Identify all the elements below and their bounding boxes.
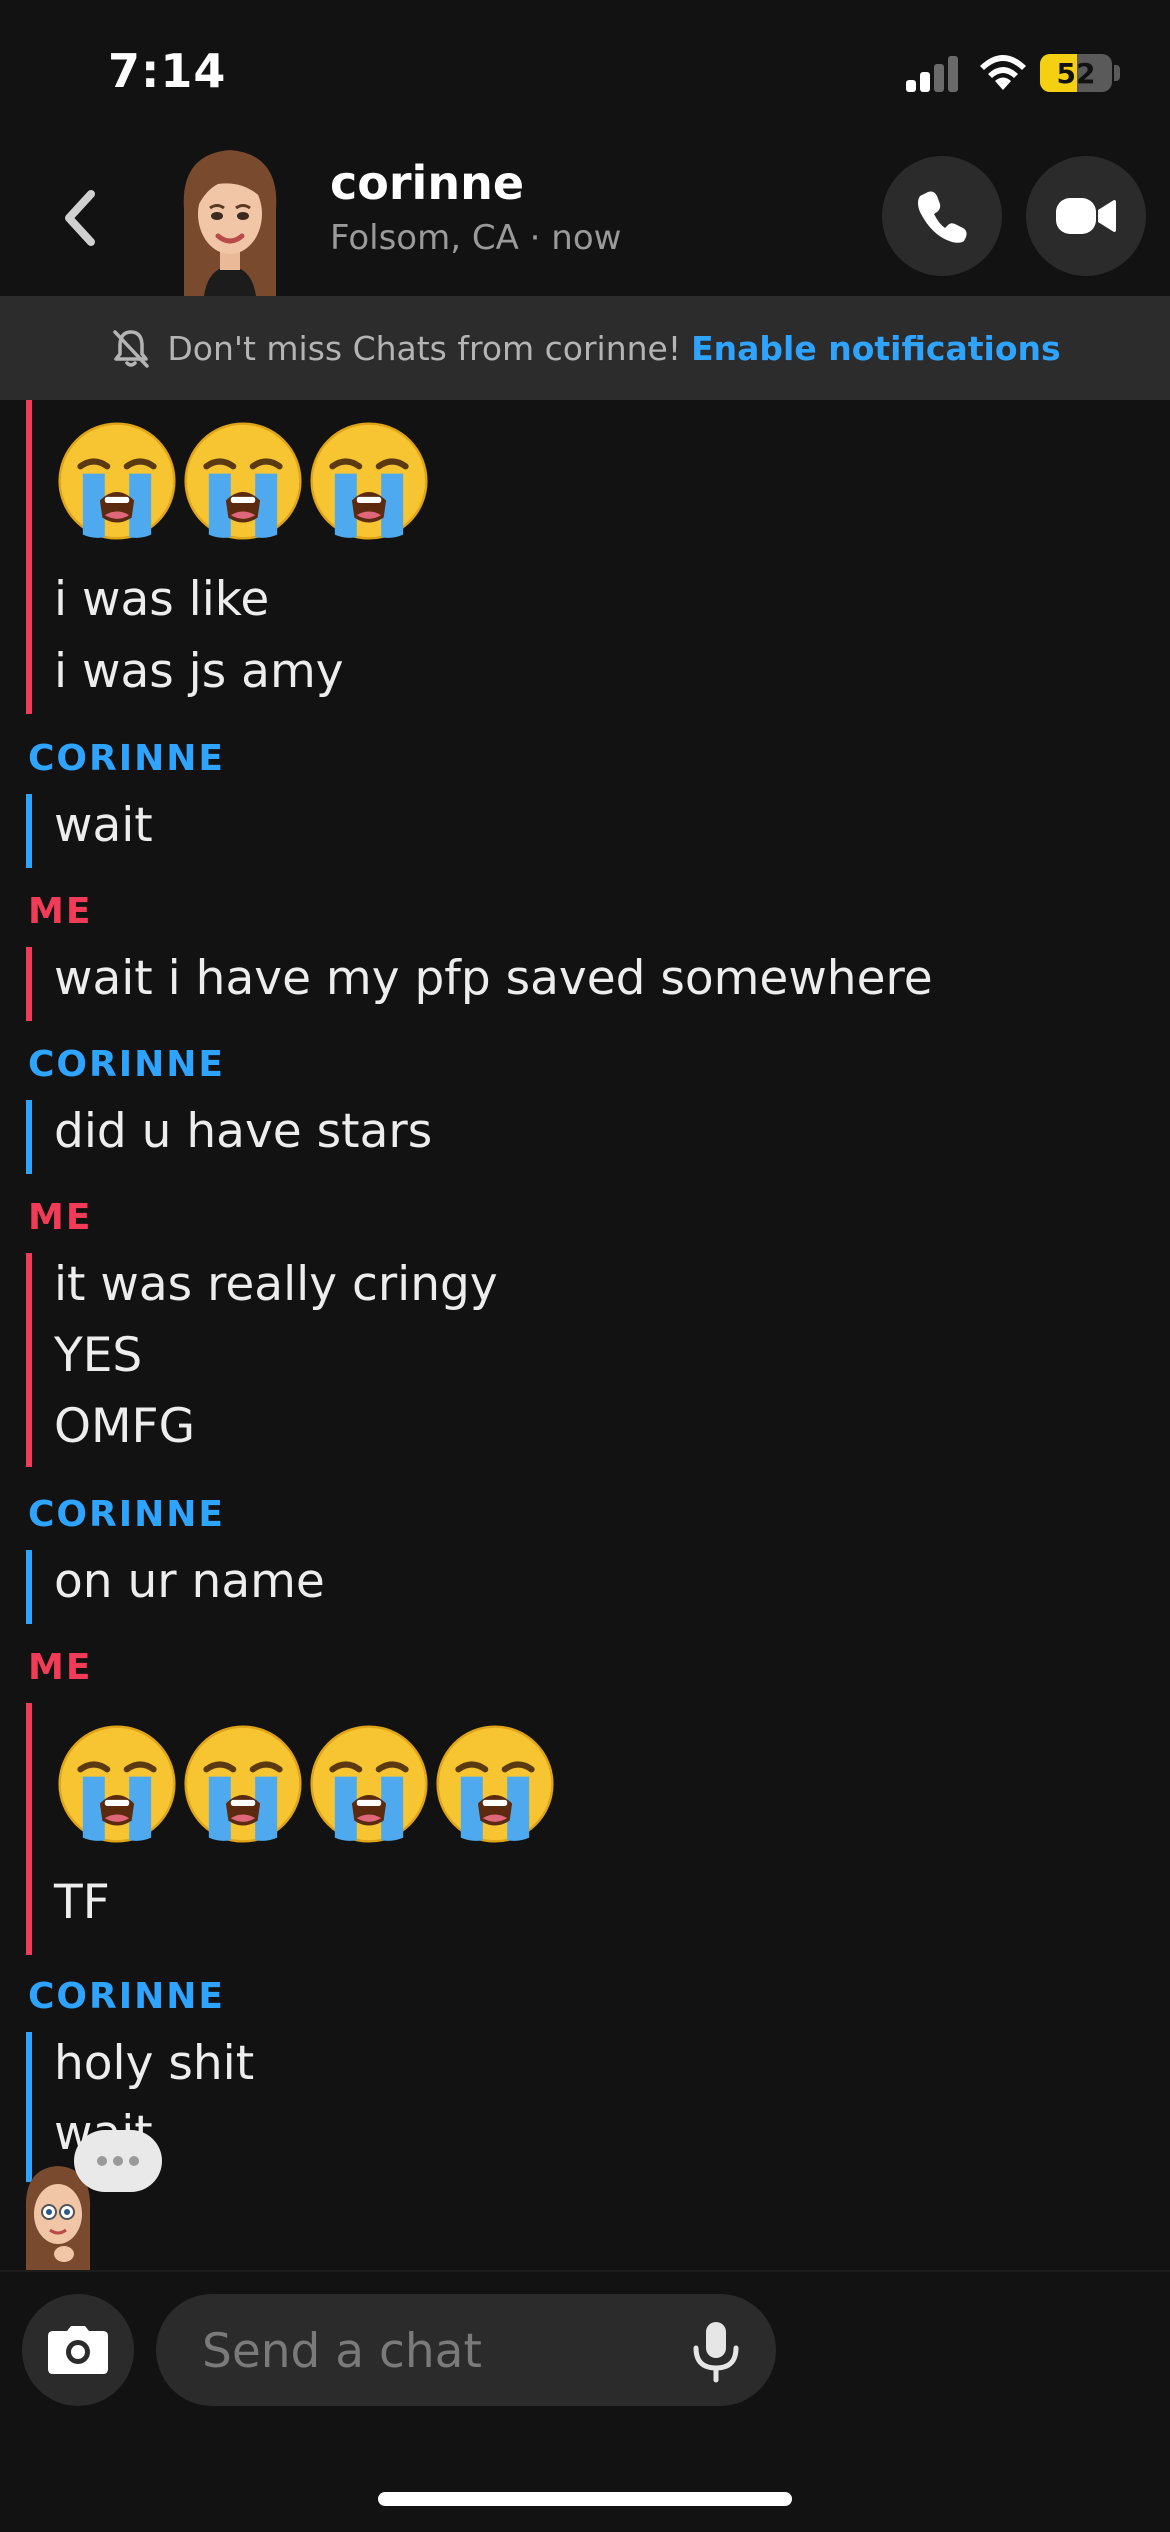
- typing-dot: [129, 2156, 139, 2166]
- banner-message: Don't miss Chats from corinne!: [167, 328, 682, 368]
- avatar[interactable]: [170, 140, 290, 296]
- message-text[interactable]: wait: [54, 798, 153, 853]
- sender-bar: [26, 400, 32, 714]
- sender-bar: [26, 947, 32, 1021]
- typing-indicator: [18, 2130, 162, 2270]
- typing-bubble: [74, 2130, 162, 2192]
- enable-notifications-link[interactable]: Enable notifications: [691, 329, 1061, 368]
- battery-icon: 52: [1040, 54, 1112, 92]
- cellular-signal-icon: [906, 56, 958, 92]
- sender-label: ME: [28, 891, 93, 932]
- message-group: CORINNE wait: [0, 738, 1170, 868]
- status-time: 7:14: [108, 44, 227, 98]
- message-text[interactable]: YES: [54, 1328, 142, 1383]
- message-text[interactable]: i was like: [54, 572, 269, 627]
- sender-bar: [26, 1550, 32, 1624]
- loudly-crying-face-emoji: [308, 420, 430, 542]
- chat-input[interactable]: Send a chat: [156, 2294, 776, 2406]
- chat-messages[interactable]: i was like i was js amy CORINNE wait ME …: [0, 400, 1170, 2270]
- phone-icon: [918, 191, 967, 243]
- notification-banner: Don't miss Chats from corinne! Enable no…: [0, 296, 1170, 400]
- message-text[interactable]: wait i have my pfp saved somewhere: [54, 951, 933, 1006]
- sender-label: ME: [28, 1197, 93, 1238]
- sender-label: CORINNE: [28, 738, 225, 779]
- message-text[interactable]: TF: [54, 1875, 110, 1930]
- loudly-crying-face-emoji: [434, 1723, 556, 1845]
- microphone-icon[interactable]: [686, 2320, 746, 2384]
- home-indicator[interactable]: [378, 2492, 792, 2506]
- contact-name[interactable]: corinne: [330, 156, 524, 210]
- typing-dot: [97, 2156, 107, 2166]
- message-group: CORINNE holy shit wait: [0, 1976, 1170, 2270]
- typing-dot: [113, 2156, 123, 2166]
- loudly-crying-face-emoji: [56, 420, 178, 542]
- message-group: ME it was really cringy YES OMFG: [0, 1197, 1170, 1467]
- wifi-icon: [980, 55, 1026, 90]
- message-group: CORINNE did u have stars: [0, 1044, 1170, 1174]
- bell-off-icon: [113, 330, 150, 368]
- chevron-left-icon: [65, 190, 95, 246]
- camera-icon: [48, 2326, 108, 2374]
- message-text[interactable]: holy shit: [54, 2036, 254, 2091]
- video-call-button[interactable]: [1026, 156, 1146, 276]
- message-text[interactable]: OMFG: [54, 1399, 195, 1454]
- message-group: ME wait i have my pfp saved somewhere: [0, 891, 1170, 1021]
- message-text[interactable]: it was really cringy: [54, 1257, 498, 1312]
- call-button[interactable]: [882, 156, 1002, 276]
- message-group: i was like i was js amy: [0, 400, 1170, 716]
- sender-label: CORINNE: [28, 1976, 225, 2017]
- message-group: ME TF: [0, 1647, 1170, 1967]
- battery-tip: [1114, 65, 1120, 81]
- loudly-crying-face-emoji: [56, 1723, 178, 1845]
- status-bar: 7:14 52: [0, 0, 1170, 140]
- sender-bar: [26, 1253, 32, 1467]
- message-text[interactable]: did u have stars: [54, 1104, 432, 1159]
- message-group: CORINNE on ur name: [0, 1494, 1170, 1624]
- loudly-crying-face-emoji: [182, 420, 304, 542]
- sender-label: ME: [28, 1647, 93, 1688]
- sender-bar: [26, 794, 32, 868]
- message-text[interactable]: on ur name: [54, 1554, 325, 1609]
- battery-level: 52: [1056, 56, 1096, 90]
- contact-location-status: Folsom, CA · now: [330, 218, 622, 258]
- sender-label: CORINNE: [28, 1494, 225, 1535]
- chat-input-placeholder: Send a chat: [202, 2324, 482, 2379]
- camera-button[interactable]: [22, 2294, 134, 2406]
- sender-bar: [26, 1100, 32, 1174]
- video-camera-icon: [1056, 198, 1116, 234]
- back-button[interactable]: [44, 178, 114, 258]
- sender-bar: [26, 1703, 32, 1955]
- message-text[interactable]: i was js amy: [54, 644, 344, 699]
- sender-label: CORINNE: [28, 1044, 225, 1085]
- loudly-crying-face-emoji: [182, 1723, 304, 1845]
- chat-header: corinne Folsom, CA · now: [0, 140, 1170, 296]
- loudly-crying-face-emoji: [308, 1723, 430, 1845]
